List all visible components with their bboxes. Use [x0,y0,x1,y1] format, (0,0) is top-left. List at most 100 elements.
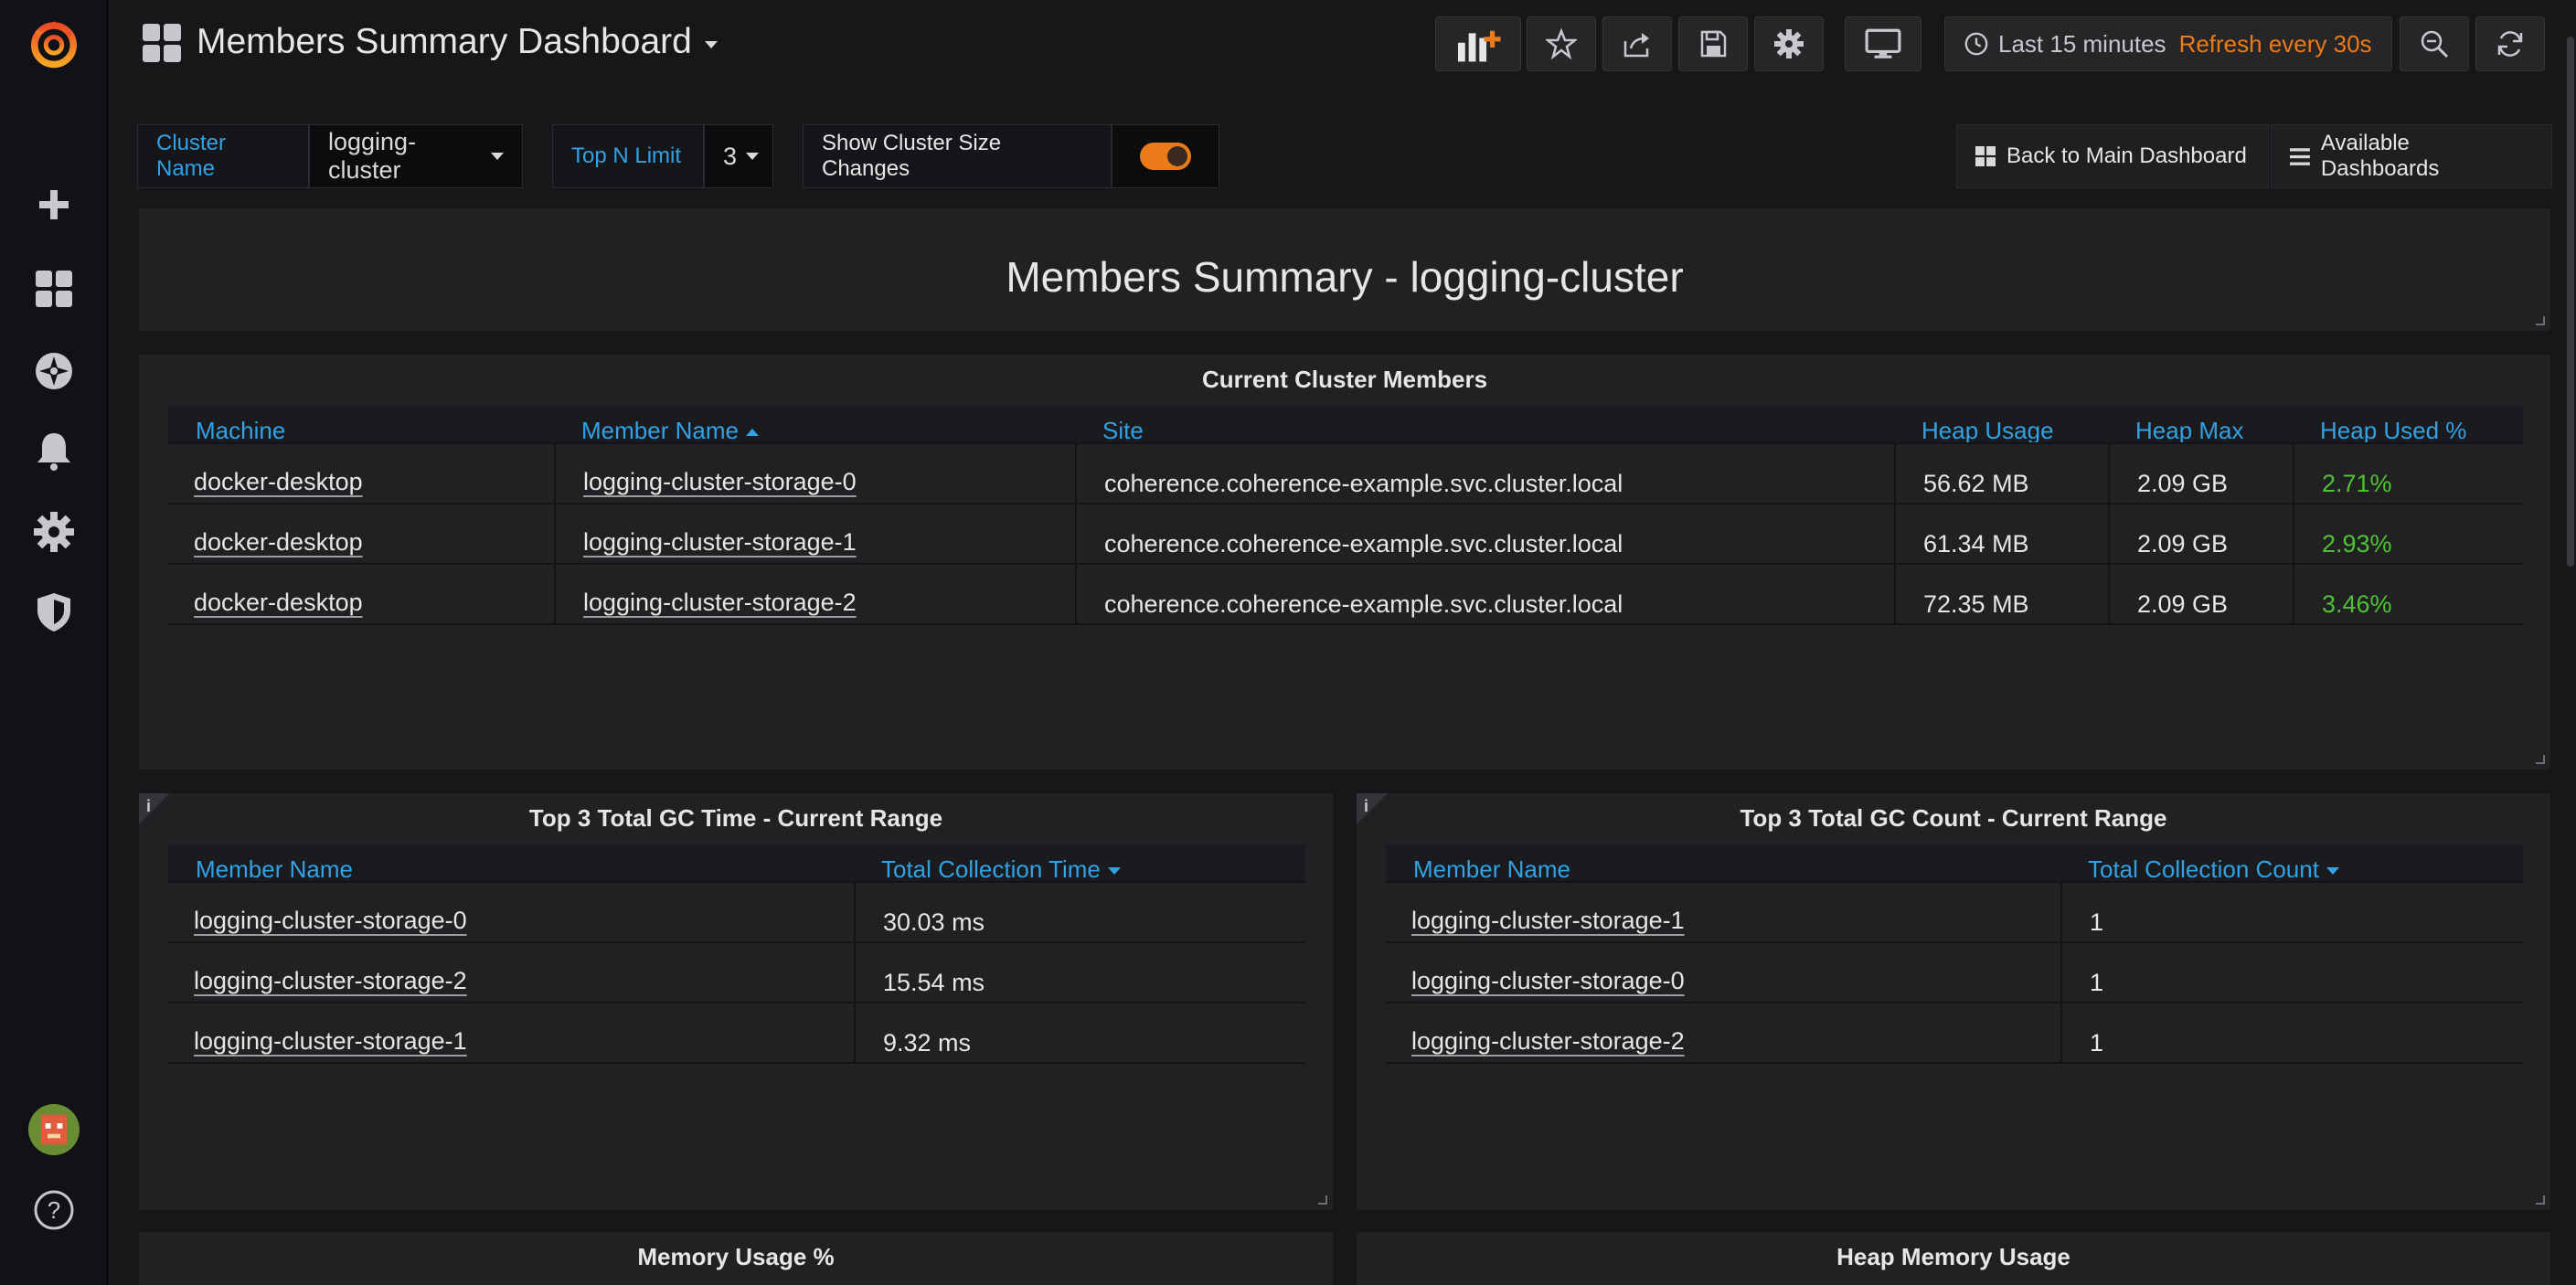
alerting-bell-icon[interactable] [25,422,83,481]
row-divider [168,563,2523,565]
dashboards-grid-icon[interactable] [25,260,83,318]
member-name-cell[interactable]: logging-cluster-storage-2 [194,967,467,995]
row-divider [1386,881,2523,883]
member-name-cell[interactable]: logging-cluster-storage-0 [583,468,857,496]
site-cell: coherence.coherence-example.svc.cluster.… [1104,470,1623,497]
panel-resize-handle[interactable] [2536,316,2545,325]
heap-usage-cell: 61.34 MB [1923,530,2029,558]
back-to-main-dashboard-label: Back to Main Dashboard [2007,143,2247,168]
time-picker-button[interactable]: Last 15 minutes Refresh every 30s [1944,16,2392,71]
scrollbar-thumb[interactable] [2567,37,2574,567]
collection-count-cell: 1 [2090,969,2104,996]
server-admin-shield-icon[interactable] [25,583,83,642]
panel-title: Top 3 Total GC Count - Current Range [1740,804,2167,832]
collection-time-cell: 9.32 ms [883,1029,972,1057]
panel-title: Heap Memory Usage [1836,1243,2070,1270]
collection-time-cell: 15.54 ms [883,969,985,996]
configuration-gear-icon[interactable] [25,503,83,561]
available-dashboards-link[interactable]: Available Dashboards [2271,124,2552,188]
collection-count-cell: 1 [2090,908,2104,936]
member-name-cell[interactable]: logging-cluster-storage-1 [1411,907,1685,935]
svg-text:?: ? [48,1196,60,1224]
member-name-cell[interactable]: logging-cluster-storage-2 [583,589,857,617]
heap-used-pct-cell: 3.46% [2322,590,2392,618]
sort-descending-icon [2326,867,2339,876]
heap-memory-usage-panel: Heap Memory Usage [1357,1232,2550,1285]
column-header-machine[interactable]: Machine [196,417,285,445]
column-header-total-collection-time[interactable]: Total Collection Time [881,855,1121,884]
show-cluster-size-changes-label: Show Cluster Size Changes [803,124,1112,188]
column-header-member-name[interactable]: Member Name [196,855,353,884]
time-range-text: Last 15 minutes [1998,29,2166,58]
member-name-cell[interactable]: logging-cluster-storage-0 [1411,967,1685,995]
machine-cell[interactable]: docker-desktop [194,528,363,557]
heap-usage-cell: 72.35 MB [1923,590,2029,618]
machine-cell[interactable]: docker-desktop [194,468,363,496]
zoom-out-button[interactable] [2400,16,2469,71]
panel-resize-handle[interactable] [2536,755,2545,764]
panel-resize-handle[interactable] [2536,1195,2545,1205]
sort-ascending-icon [745,429,759,437]
column-header-member-name[interactable]: Member Name [581,417,759,445]
available-dashboards-label: Available Dashboards [2320,131,2440,181]
column-header-total-collection-count[interactable]: Total Collection Count [2088,855,2339,884]
grafana-logo-icon[interactable] [25,15,83,73]
tv-mode-button[interactable] [1845,16,1921,71]
column-header-member-name[interactable]: Member Name [1413,855,1570,884]
dashboard-grid-icon[interactable] [143,24,181,62]
gc-count-panel: i Top 3 Total GC Count - Current Range M… [1357,793,2550,1210]
dashboard-settings-button[interactable] [1754,16,1824,71]
cluster-name-value: logging-cluster [328,128,417,184]
column-header-member-name-label: Member Name [581,417,739,444]
machine-cell[interactable]: docker-desktop [194,589,363,617]
chevron-down-icon [746,153,760,160]
explore-compass-icon[interactable] [25,342,83,400]
column-header-heap-max[interactable]: Heap Max [2135,417,2244,445]
member-name-cell[interactable]: logging-cluster-storage-0 [194,907,467,935]
column-header-heap-usage[interactable]: Heap Usage [1921,417,2054,445]
plus-icon[interactable] [25,175,83,234]
clock-icon [1964,32,1988,56]
panel-title: Memory Usage % [637,1243,835,1270]
row-divider [168,1062,1305,1064]
heap-max-cell: 2.09 GB [2137,470,2229,497]
collection-time-cell: 30.03 ms [883,908,985,936]
refresh-button[interactable] [2475,16,2545,71]
share-button[interactable] [1602,16,1672,71]
row-divider [168,442,2523,444]
star-icon [1546,28,1577,59]
tv-mode-icon [1865,28,1901,58]
show-cluster-size-changes-toggle[interactable] [1112,124,1219,188]
cluster-name-select[interactable]: logging-cluster [309,124,523,188]
dashboard-title[interactable]: Members Summary Dashboard [197,22,718,62]
column-divider [854,883,856,1062]
heap-used-pct-cell: 2.93% [2322,530,2392,558]
star-button[interactable] [1527,16,1596,71]
refresh-interval-text: Refresh every 30s [2178,29,2372,58]
help-icon[interactable]: ? [25,1181,83,1239]
panel-resize-handle[interactable] [1318,1195,1327,1205]
save-icon [1700,30,1727,58]
site-cell: coherence.coherence-example.svc.cluster.… [1104,590,1623,618]
scrollbar-track[interactable] [2565,0,2576,1285]
save-button[interactable] [1678,16,1748,71]
column-header-site[interactable]: Site [1102,417,1144,445]
row-divider [168,881,1305,883]
top-n-limit-label: Top N Limit [552,124,704,188]
add-panel-button[interactable] [1435,16,1521,71]
back-to-main-dashboard-link[interactable]: Back to Main Dashboard [1956,124,2269,188]
member-name-cell[interactable]: logging-cluster-storage-2 [1411,1027,1685,1056]
user-avatar-icon[interactable] [25,1100,83,1159]
member-name-cell[interactable]: logging-cluster-storage-1 [583,528,857,557]
top-n-limit-select[interactable]: 3 [704,124,773,188]
column-header-heap-used-pct[interactable]: Heap Used % [2320,417,2466,445]
row-divider [1386,941,2523,943]
dashboard-title-text: Members Summary Dashboard [197,22,692,61]
heap-max-cell: 2.09 GB [2137,590,2229,618]
member-name-cell[interactable]: logging-cluster-storage-1 [194,1027,467,1056]
toggle-knob [1167,146,1187,166]
column-divider [2060,883,2062,1062]
chevron-down-icon [704,41,718,48]
column-divider [2293,444,2294,623]
sort-descending-icon [1107,867,1121,876]
